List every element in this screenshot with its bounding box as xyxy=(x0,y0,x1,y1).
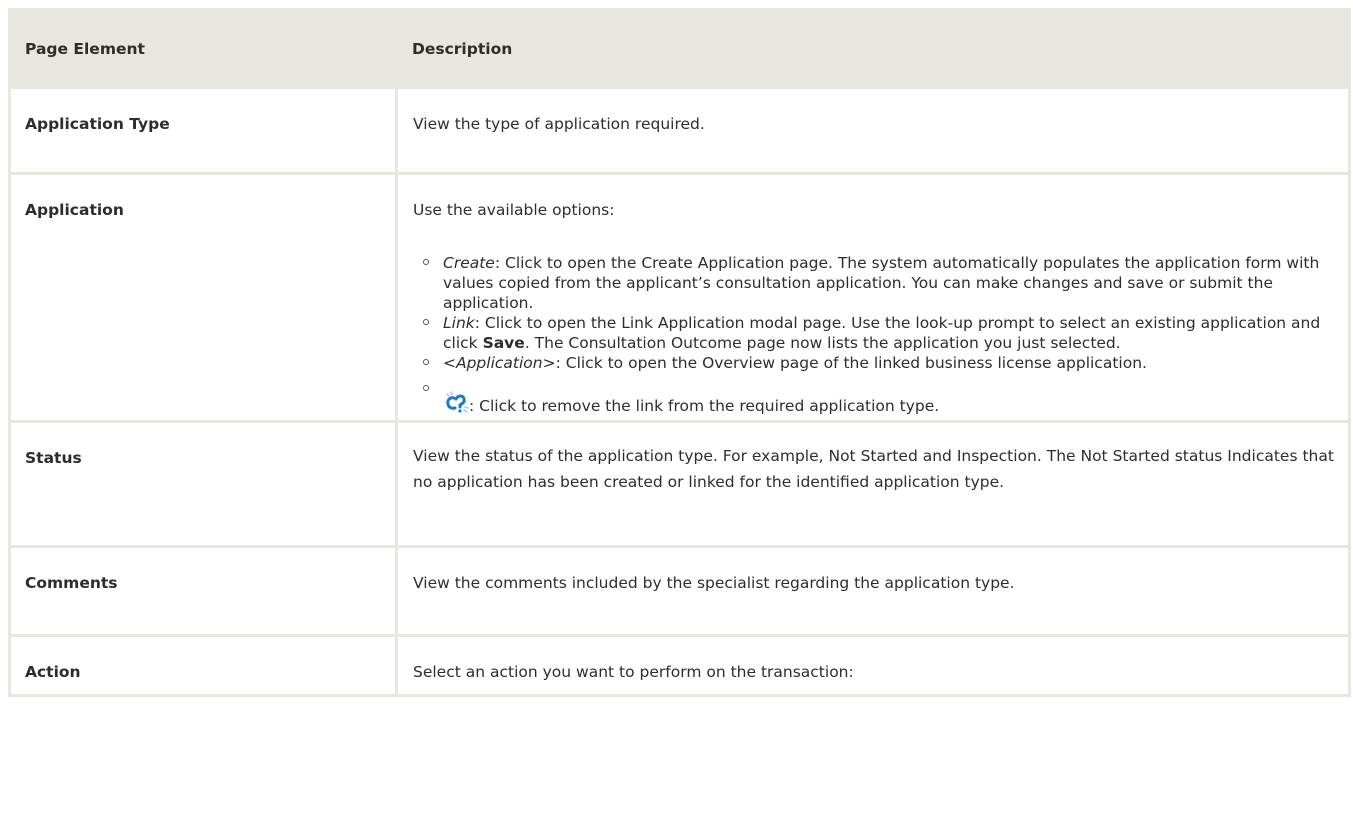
table-row: Status View the status of the applicatio… xyxy=(8,420,1351,548)
list-item: : Click to remove the link from the requ… xyxy=(413,385,1336,416)
hollow-bullet-icon xyxy=(423,319,429,325)
options-list: Create: Click to open the Create Applica… xyxy=(413,253,1336,416)
desc-application: Use the available options: Create: Click… xyxy=(395,172,1351,423)
term-application: Application xyxy=(8,172,398,423)
table-row: Action Select an action you want to perf… xyxy=(8,634,1351,697)
list-item: Create: Click to open the Create Applica… xyxy=(413,253,1336,313)
header-description: Description xyxy=(395,8,1351,89)
term-comments: Comments xyxy=(8,545,398,637)
option-term-create: Create xyxy=(443,254,495,272)
option-text-create: : Click to open the Create Application p… xyxy=(443,254,1320,312)
unlink-icon xyxy=(446,391,469,413)
page-elements-table: Page Element Description Application Typ… xyxy=(8,8,1351,697)
option-save-bold: Save xyxy=(482,334,525,352)
hollow-bullet-icon xyxy=(423,259,429,265)
term-status: Status xyxy=(8,420,398,548)
table-header-row: Page Element Description xyxy=(8,8,1351,89)
table-row: Application Type View the type of applic… xyxy=(8,86,1351,175)
term-action: Action xyxy=(8,634,398,697)
desc-action: Select an action you want to perform on … xyxy=(395,634,1351,697)
table-row: Comments View the comments included by t… xyxy=(8,545,1351,637)
option-text-application: : Click to open the Overview page of the… xyxy=(555,354,1147,372)
header-page-element: Page Element xyxy=(8,8,398,89)
option-term-link: Link xyxy=(443,314,475,332)
option-text-link-b: . The Consultation Outcome page now list… xyxy=(524,334,1121,352)
desc-application-type: View the type of application required. xyxy=(395,86,1351,175)
desc-status: View the status of the application type.… xyxy=(395,420,1351,548)
option-term-application: <Application> xyxy=(443,354,556,372)
options-intro: Use the available options: xyxy=(413,201,615,219)
hollow-bullet-icon xyxy=(423,359,429,365)
desc-comments: View the comments included by the specia… xyxy=(395,545,1351,637)
list-item: <Application>: Click to open the Overvie… xyxy=(413,353,1336,373)
table-row: Application Use the available options: C… xyxy=(8,172,1351,423)
option-text-unlink: : Click to remove the link from the requ… xyxy=(469,397,940,415)
hollow-bullet-icon xyxy=(423,385,429,391)
term-application-type: Application Type xyxy=(8,86,398,175)
list-item: Link: Click to open the Link Application… xyxy=(413,313,1336,353)
